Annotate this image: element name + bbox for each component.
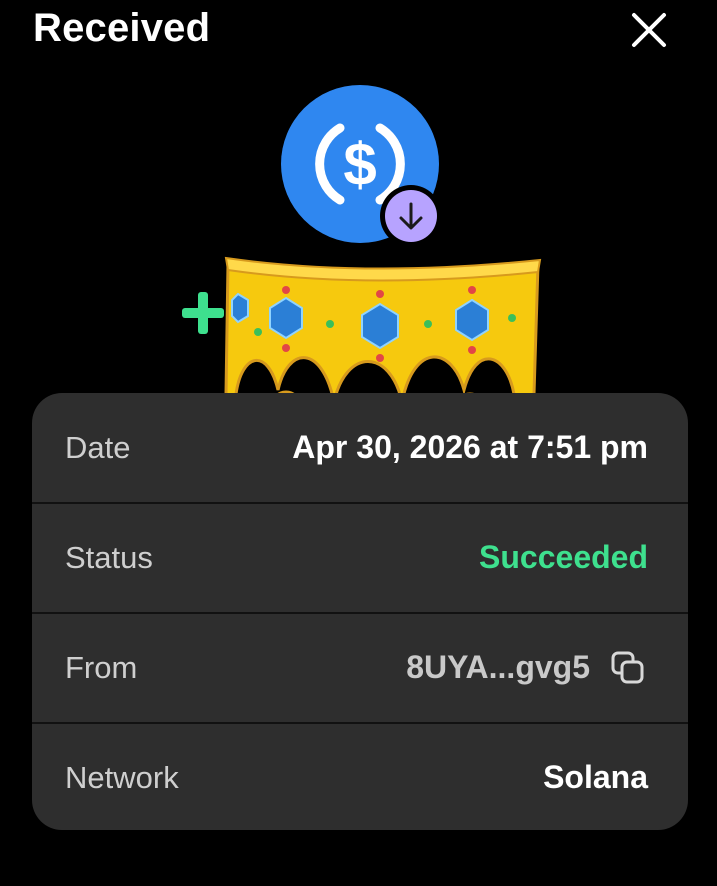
network-label: Network [65, 759, 179, 795]
date-value: Apr 30, 2026 at 7:51 pm [292, 429, 648, 465]
copy-icon[interactable] [608, 648, 648, 688]
detail-row-date: Date Apr 30, 2026 at 7:51 pm [32, 393, 688, 502]
arrow-down-icon [380, 185, 442, 247]
plus-green-vertical [198, 292, 208, 334]
token-symbol: $ [343, 131, 376, 198]
date-label: Date [65, 429, 131, 465]
status-label: Status [65, 539, 153, 575]
transaction-hero: $ [0, 0, 717, 432]
detail-row-from: From 8UYA...gvg5 [32, 612, 688, 721]
network-value: Solana [543, 759, 648, 795]
transaction-details-card: Date Apr 30, 2026 at 7:51 pm Status Succ… [32, 393, 688, 830]
from-address-group: 8UYA...gvg5 [406, 648, 648, 688]
from-address-value: 8UYA...gvg5 [406, 649, 590, 685]
from-label: From [65, 649, 138, 685]
detail-row-network: Network Solana [32, 722, 688, 830]
status-value: Succeeded [479, 539, 648, 575]
detail-row-status: Status Succeeded [32, 502, 688, 611]
